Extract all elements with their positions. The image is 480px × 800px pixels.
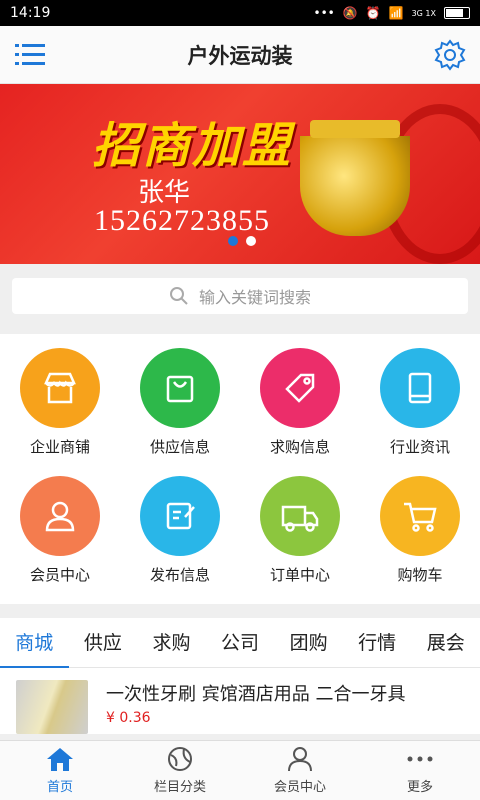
nav-label: 会员中心 [273, 780, 326, 795]
status-icons: ••• 🔕 ⏰ 📶 3G 1X [313, 6, 470, 20]
search-icon [169, 287, 188, 305]
grid-item-news[interactable]: 行业资讯 [360, 348, 480, 476]
grid-item-publish[interactable]: 发布信息 [120, 476, 240, 604]
alarm-icon: ⏰ [365, 6, 381, 20]
title-bar: 户外运动装 [0, 26, 480, 84]
product-item[interactable]: 一次性牙刷 宾馆酒店用品 二合一牙具 ¥ 0.36 [0, 668, 480, 734]
tab-mall[interactable]: 商城 [0, 618, 69, 668]
banner-headline: 招商加盟 [92, 118, 293, 174]
carousel-indicator [228, 236, 256, 246]
tablet-icon [380, 348, 460, 428]
page-title: 户外运动装 [187, 43, 293, 68]
grid-label: 企业商铺 [29, 438, 90, 456]
user-icon [20, 476, 100, 556]
golden-cauldron-image [300, 120, 410, 236]
wifi-icon: 📶 [388, 6, 404, 20]
member-icon [288, 747, 312, 772]
product-title: 一次性牙刷 宾馆酒店用品 二合一牙具 [106, 684, 406, 705]
home-icon [47, 748, 73, 771]
nav-home[interactable]: 首页 [0, 741, 120, 800]
cart-icon [380, 476, 460, 556]
nav-label: 更多 [406, 780, 433, 795]
grid-label: 求购信息 [269, 438, 330, 456]
feature-grid: 企业商铺 供应信息 求购信息 行业资讯 会员中心 发布信息 订单中心 购物车 [0, 334, 480, 604]
grid-item-member[interactable]: 会员中心 [0, 476, 120, 604]
banner-phone: 15262723855 [94, 204, 270, 237]
truck-icon [260, 476, 340, 556]
tab-market[interactable]: 行情 [343, 618, 412, 668]
nav-member[interactable]: 会员中心 [240, 741, 360, 800]
gear-icon[interactable] [432, 37, 468, 73]
category-tabs: 商城 供应 求购 公司 团购 行情 展会 [0, 618, 480, 668]
category-icon [168, 747, 192, 771]
nav-category[interactable]: 栏目分类 [120, 741, 240, 800]
mute-icon: 🔕 [342, 6, 358, 20]
product-thumbnail [16, 680, 88, 734]
status-bar: 14:19 ••• 🔕 ⏰ 📶 3G 1X [0, 0, 480, 26]
edit-icon [140, 476, 220, 556]
grid-label: 会员中心 [29, 566, 90, 584]
tab-supply[interactable]: 供应 [69, 618, 138, 668]
grid-item-orders[interactable]: 订单中心 [240, 476, 360, 604]
tag-icon [260, 348, 340, 428]
grid-item-purchase[interactable]: 求购信息 [240, 348, 360, 476]
tab-company[interactable]: 公司 [206, 618, 275, 668]
search-input[interactable]: 输入关键词搜索 [12, 278, 468, 314]
grid-item-supply[interactable]: 供应信息 [120, 348, 240, 476]
shop-icon [20, 348, 100, 428]
tab-groupbuy[interactable]: 团购 [274, 618, 343, 668]
section-divider [0, 604, 480, 618]
bag-icon [140, 348, 220, 428]
promo-banner[interactable]: 招商加盟 张华 15262723855 [0, 84, 480, 264]
nav-label: 首页 [46, 780, 73, 795]
grid-item-cart[interactable]: 购物车 [360, 476, 480, 604]
tab-purchase[interactable]: 求购 [137, 618, 206, 668]
tab-expo[interactable]: 展会 [411, 618, 480, 668]
signal-text: 3G 1X [411, 8, 436, 18]
carousel-dot[interactable] [246, 236, 256, 246]
grid-item-shop[interactable]: 企业商铺 [0, 348, 120, 476]
product-price: ¥ 0.36 [106, 710, 151, 726]
grid-label: 购物车 [397, 566, 443, 584]
product-info: 一次性牙刷 宾馆酒店用品 二合一牙具 ¥ 0.36 [106, 680, 405, 734]
more-dots-icon: ••• [313, 6, 335, 20]
battery-icon [444, 7, 470, 19]
search-section: 输入关键词搜索 [0, 264, 480, 334]
bottom-navigation: 首页 栏目分类 会员中心 更多 [0, 740, 480, 800]
nav-more[interactable]: 更多 [360, 741, 480, 800]
grid-label: 发布信息 [149, 566, 210, 584]
carousel-dot[interactable] [228, 236, 238, 246]
grid-label: 供应信息 [149, 438, 210, 456]
status-time: 14:19 [10, 5, 51, 21]
menu-icon[interactable] [12, 37, 48, 73]
grid-label: 订单中心 [269, 566, 330, 584]
nav-label: 栏目分类 [153, 780, 206, 795]
search-placeholder: 输入关键词搜索 [198, 288, 311, 307]
grid-label: 行业资讯 [389, 438, 450, 456]
more-icon [407, 756, 433, 762]
